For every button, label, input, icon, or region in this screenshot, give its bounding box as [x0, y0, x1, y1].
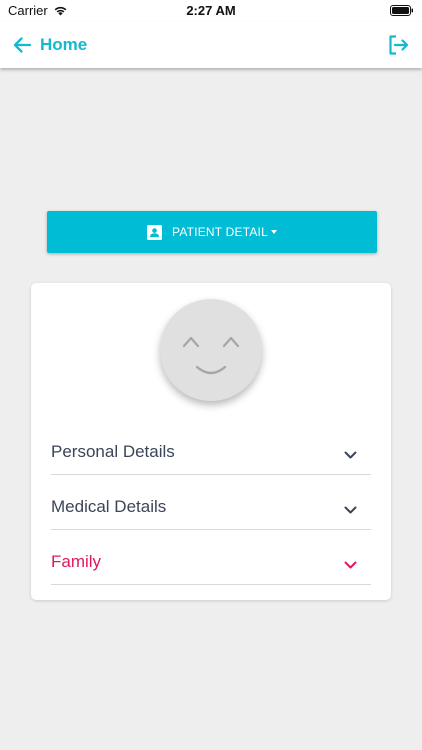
battery-icon [390, 5, 413, 16]
patient-detail-label: PATIENT DETAIL [172, 225, 268, 239]
chevron-down-icon [344, 506, 357, 514]
chevron-down-icon [344, 451, 357, 459]
status-time: 2:27 AM [186, 3, 236, 18]
family-label: Family [51, 552, 102, 571]
medical-details-section[interactable]: Medical Details [51, 485, 371, 530]
family-section[interactable]: Family [51, 540, 371, 585]
arrow-left-icon [13, 37, 32, 53]
caret-down-icon [270, 230, 277, 234]
personal-details-section[interactable]: Personal Details [51, 430, 371, 475]
contact-card-icon [147, 224, 163, 240]
personal-details-label: Personal Details [51, 442, 175, 461]
patient-detail-button[interactable]: PATIENT DETAIL [47, 211, 377, 253]
status-bar: Carrier 2:27 AM [0, 0, 422, 22]
smiley-face-icon [182, 336, 240, 375]
chevron-down-icon [344, 561, 357, 569]
medical-details-label: Medical Details [51, 497, 167, 516]
patient-details-card: Personal Details Medical Details Family [31, 283, 391, 600]
back-button[interactable]: Home [12, 33, 87, 57]
logout-icon[interactable] [386, 33, 410, 57]
back-label: Home [40, 35, 88, 54]
avatar[interactable] [160, 299, 262, 401]
app-header: Home [0, 22, 422, 68]
